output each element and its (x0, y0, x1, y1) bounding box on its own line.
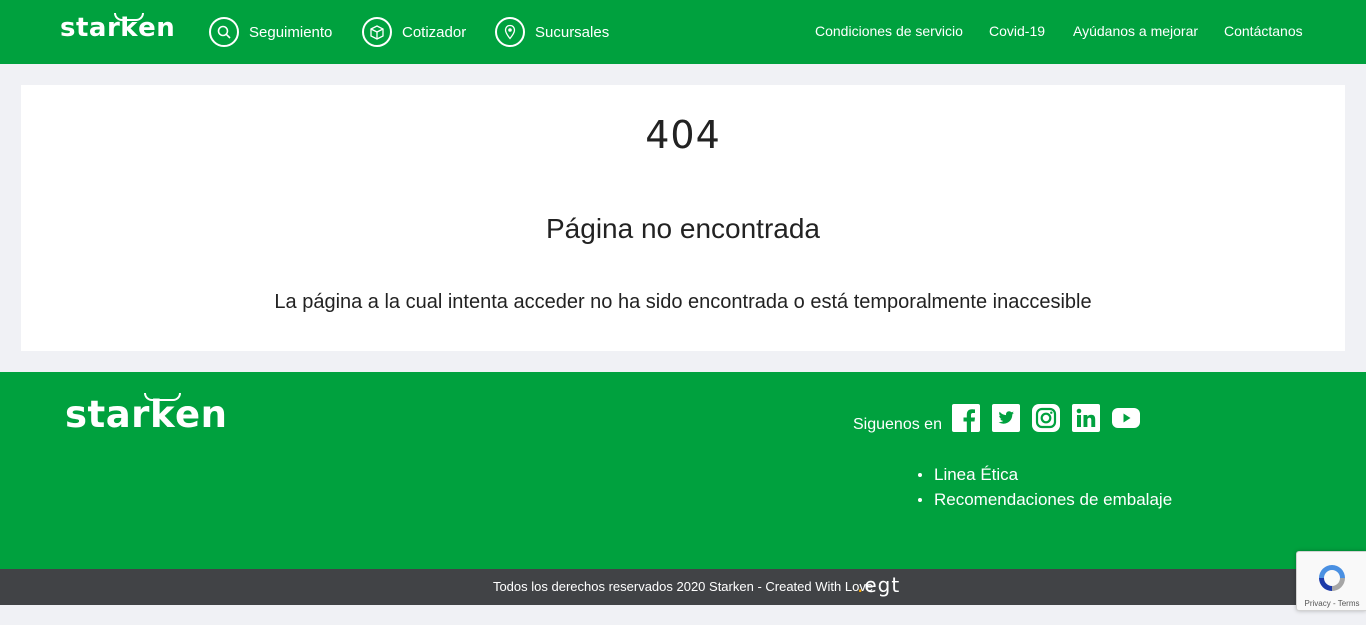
link-ayudanos-a-mejorar[interactable]: Ayúdanos a mejorar (1073, 23, 1198, 39)
facebook-icon[interactable] (952, 404, 980, 432)
twitter-icon[interactable] (992, 404, 1020, 432)
nav-sucursales-label: Sucursales (535, 23, 610, 41)
search-icon (209, 17, 239, 47)
error-message: La página a la cual intenta acceder no h… (274, 291, 1092, 313)
footer-links: Linea Ética Recomendaciones de embalaje (916, 462, 1172, 512)
egt-logo: .egt (857, 573, 901, 597)
error-code: 404 (645, 113, 721, 157)
link-contactanos[interactable]: Contáctanos (1224, 23, 1303, 39)
youtube-icon[interactable] (1112, 404, 1140, 432)
nav-cotizador[interactable]: Cotizador (362, 17, 466, 47)
link-covid-19[interactable]: Covid-19 (989, 23, 1045, 39)
nav-seguimiento[interactable]: Seguimiento (209, 17, 332, 47)
error-card: 404 Página no encontrada La página a la … (21, 85, 1345, 351)
nav-sucursales[interactable]: Sucursales (495, 17, 609, 47)
recaptcha-privacy-terms[interactable]: Privacy - Terms (1297, 599, 1366, 608)
error-title: Página no encontrada (546, 213, 820, 244)
recaptcha-badge[interactable]: Privacy - Terms (1296, 551, 1366, 611)
linkedin-icon[interactable] (1072, 404, 1100, 432)
starken-logo[interactable]: stark en (60, 13, 175, 43)
footer-link-linea-etica[interactable]: Linea Ética (916, 462, 1172, 487)
footer-starken-logo[interactable]: stark en (65, 393, 227, 436)
nav-seguimiento-label: Seguimiento (249, 23, 333, 41)
link-condiciones-de-servicio[interactable]: Condiciones de servicio (815, 23, 963, 39)
package-icon (362, 17, 392, 47)
nav-cotizador-label: Cotizador (402, 23, 467, 41)
location-pin-icon (495, 17, 525, 47)
footer-link-recomendaciones-embalaje[interactable]: Recomendaciones de embalaje (916, 487, 1172, 512)
follow-us-label: Siguenos en (853, 416, 942, 433)
copyright-text: Todos los derechos reservados 2020 Stark… (492, 579, 874, 594)
recaptcha-icon (1319, 565, 1345, 591)
instagram-icon[interactable] (1032, 404, 1060, 432)
